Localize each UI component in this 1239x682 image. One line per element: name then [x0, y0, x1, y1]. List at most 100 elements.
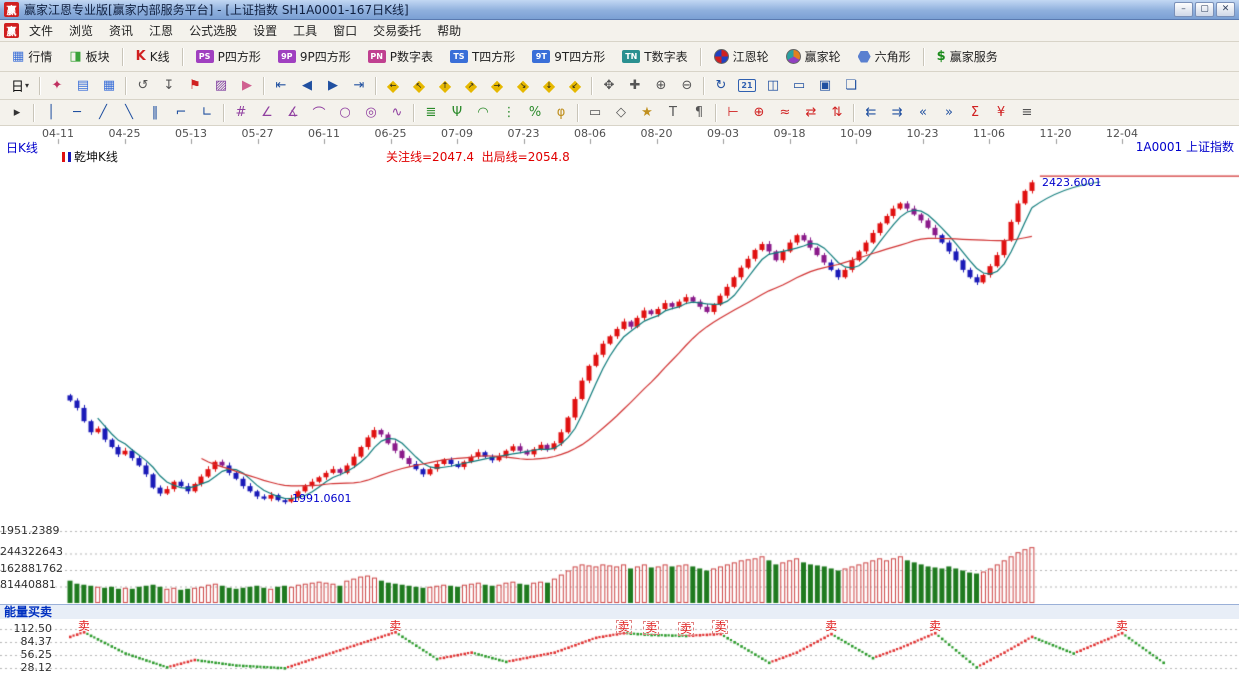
menu-item-tools[interactable]: 工具 — [285, 20, 325, 41]
qiankun-kline-selector[interactable]: 乾坤K线 — [62, 148, 118, 165]
fib-fan-button[interactable]: Ψ — [444, 101, 470, 124]
palette-button[interactable]: ▨ — [208, 74, 234, 97]
chart-panel-button[interactable]: ◫ — [760, 74, 786, 97]
app-logo-icon: 赢 — [4, 2, 19, 17]
quotes-button[interactable]: ▦行情 — [4, 44, 60, 69]
fib-lines-button[interactable]: ≣ — [418, 101, 444, 124]
crosshair-button[interactable]: ✚ — [622, 74, 648, 97]
save-button[interactable]: ▣ — [812, 74, 838, 97]
flag-button[interactable]: ⚑ — [182, 74, 208, 97]
trend-line-up-button[interactable]: ╱ — [90, 101, 116, 124]
segment-button[interactable]: ∟ — [194, 101, 220, 124]
spiral-button[interactable]: ∿ — [384, 101, 410, 124]
circle-button[interactable]: ○ — [332, 101, 358, 124]
gann-diamond-w-button[interactable]: ◆← — [380, 74, 406, 97]
play-button[interactable]: ▶ — [234, 74, 260, 97]
quote-page-button[interactable]: ▤ — [70, 74, 96, 97]
report-button[interactable]: ▭ — [786, 74, 812, 97]
menu-item-file[interactable]: 文件 — [21, 20, 61, 41]
menu-item-formula-stock-pick[interactable]: 公式选股 — [181, 20, 245, 41]
kline-button[interactable]: KK线 — [128, 44, 178, 69]
text-tool-button[interactable]: T — [660, 101, 686, 124]
menu-item-news[interactable]: 资讯 — [101, 20, 141, 41]
price-mark-button[interactable]: ¥ — [988, 101, 1014, 124]
compass-button[interactable]: ✦ — [44, 74, 70, 97]
ray-line-button[interactable]: ⌐ — [168, 101, 194, 124]
percent-lines-button[interactable]: % — [522, 101, 548, 124]
maximize-button[interactable]: ▢ — [1195, 2, 1214, 17]
board-page-button[interactable]: ▦ — [96, 74, 122, 97]
minimize-button[interactable]: – — [1174, 2, 1193, 17]
page-forward-button[interactable]: ⇉ — [884, 101, 910, 124]
indicator-title[interactable]: 能量买卖 — [4, 605, 52, 619]
gann-grid-button[interactable]: # — [228, 101, 254, 124]
golden-section-button[interactable]: φ — [548, 101, 574, 124]
zoom-in-button[interactable]: ⊕ — [648, 74, 674, 97]
channel-button[interactable]: ‖ — [142, 101, 168, 124]
next-bar-button[interactable]: ▶ — [320, 74, 346, 97]
page-back-button[interactable]: ⇇ — [858, 101, 884, 124]
fib-timezone-button[interactable]: ⋮ — [496, 101, 522, 124]
menu-item-trade[interactable]: 交易委托 — [365, 20, 429, 41]
t-number-table-button[interactable]: TNT数字表 — [614, 44, 695, 69]
kline-type-label: 日K线 — [6, 139, 38, 156]
chart-canvas[interactable] — [0, 126, 1239, 682]
p-square-button[interactable]: PSP四方形 — [188, 44, 269, 69]
vertical-line-button[interactable]: │ — [38, 101, 64, 124]
menu-item-view[interactable]: 浏览 — [61, 20, 101, 41]
gann-diamond-ne-button[interactable]: ◆↗ — [458, 74, 484, 97]
period-selector-button[interactable]: 日▾ — [4, 74, 36, 97]
arc-button[interactable]: ⌒ — [306, 101, 332, 124]
gann-angle-button[interactable]: ∡ — [280, 101, 306, 124]
gann-diamond-sw-button[interactable]: ◆↙ — [562, 74, 588, 97]
last-bar-button[interactable]: ⇥ — [346, 74, 372, 97]
gann-wheel-button[interactable]: 江恩轮 — [706, 44, 777, 69]
t-square-button[interactable]: TST四方形 — [442, 44, 523, 69]
prev-bar-button[interactable]: ◀ — [294, 74, 320, 97]
sectors-button[interactable]: ◨板块 — [61, 44, 117, 69]
note-button[interactable]: ¶ — [686, 101, 712, 124]
refresh-button[interactable]: ↻ — [708, 74, 734, 97]
gann-fan-button[interactable]: ∠ — [254, 101, 280, 124]
pointer-button[interactable]: ▸ — [4, 101, 30, 124]
winner-service-button[interactable]: $赢家服务 — [929, 44, 1006, 69]
statistics-button[interactable]: Σ — [962, 101, 988, 124]
concentric-circles-button[interactable]: ◎ — [358, 101, 384, 124]
measure-button[interactable]: ⊢ — [720, 101, 746, 124]
cycle-button[interactable]: ⊕ — [746, 101, 772, 124]
gann-diamond-e-button[interactable]: ◆→ — [484, 74, 510, 97]
shift-right-button[interactable]: » — [936, 101, 962, 124]
mirror-vertical-button[interactable]: ⇅ — [824, 101, 850, 124]
first-bar-button[interactable]: ⇤ — [268, 74, 294, 97]
nine-p-square-button[interactable]: 9P9P四方形 — [270, 44, 359, 69]
gann-diamond-s-button[interactable]: ◆↓ — [536, 74, 562, 97]
export-button[interactable]: ↧ — [156, 74, 182, 97]
pan-hand-button[interactable]: ✥ — [596, 74, 622, 97]
trend-line-down-button[interactable]: ╲ — [116, 101, 142, 124]
polygon-button[interactable]: ◇ — [608, 101, 634, 124]
menu-item-settings[interactable]: 设置 — [245, 20, 285, 41]
p-number-table-button[interactable]: PNP数字表 — [360, 44, 441, 69]
indicator-settings-button[interactable]: ≡ — [1014, 101, 1040, 124]
layout-button[interactable]: ❏ — [838, 74, 864, 97]
zoom-out-button[interactable]: ⊖ — [674, 74, 700, 97]
winner-wheel-button[interactable]: 赢家轮 — [778, 44, 849, 69]
gann-diamond-n-button[interactable]: ◆↑ — [432, 74, 458, 97]
mirror-horizontal-button[interactable]: ⇄ — [798, 101, 824, 124]
wave-button[interactable]: ≈ — [772, 101, 798, 124]
gann-diamond-nw-button[interactable]: ◆↖ — [406, 74, 432, 97]
hexagon-button[interactable]: 六角形 — [850, 44, 919, 69]
calendar-21-button[interactable]: 21 — [734, 74, 760, 97]
menu-item-help[interactable]: 帮助 — [429, 20, 469, 41]
star-button[interactable]: ★ — [634, 101, 660, 124]
fib-arc-button[interactable]: ◠ — [470, 101, 496, 124]
horizontal-line-button[interactable]: ─ — [64, 101, 90, 124]
gann-diamond-se-button[interactable]: ◆↘ — [510, 74, 536, 97]
nine-t-square-button[interactable]: 9T9T四方形 — [524, 44, 613, 69]
shift-left-button[interactable]: « — [910, 101, 936, 124]
menu-item-gann[interactable]: 江恩 — [141, 20, 181, 41]
close-button[interactable]: ✕ — [1216, 2, 1235, 17]
rectangle-button[interactable]: ▭ — [582, 101, 608, 124]
menu-item-window[interactable]: 窗口 — [325, 20, 365, 41]
undo-button[interactable]: ↺ — [130, 74, 156, 97]
